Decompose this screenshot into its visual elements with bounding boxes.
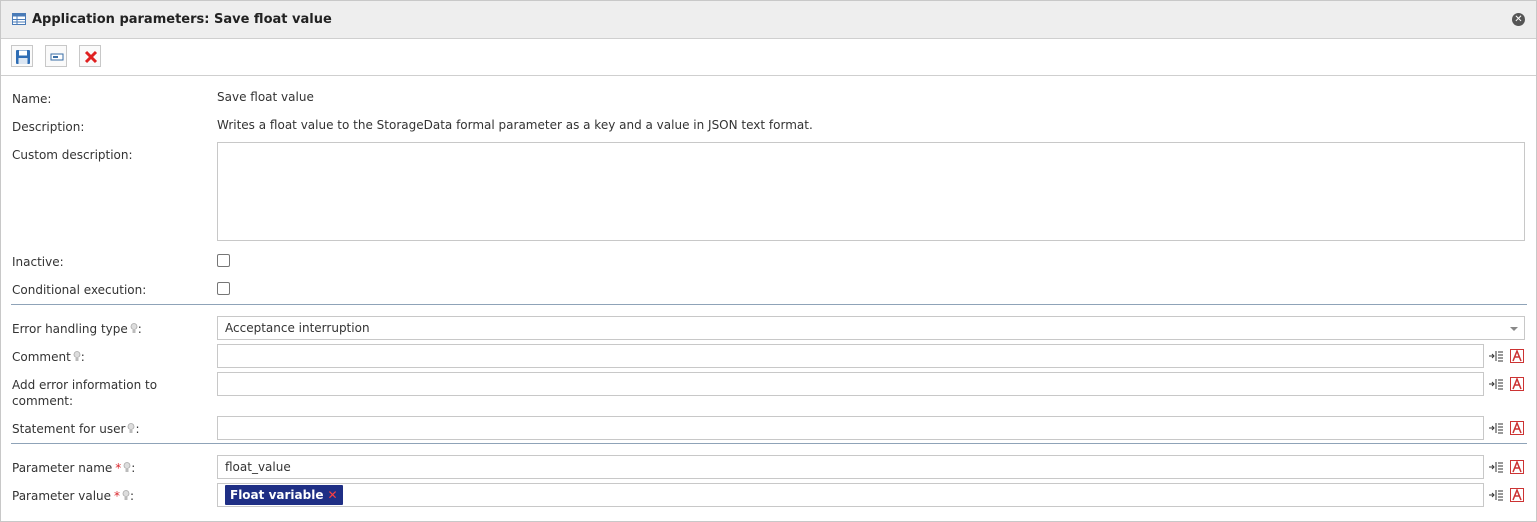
table-icon xyxy=(12,13,26,25)
conditional-execution-checkbox[interactable] xyxy=(217,282,230,295)
inactive-checkbox[interactable] xyxy=(217,254,230,267)
clear-field-icon[interactable] xyxy=(1509,420,1525,436)
title-bar: Application parameters: Save float value… xyxy=(1,1,1536,39)
lightbulb-icon xyxy=(130,323,138,333)
statement-input[interactable] xyxy=(217,416,1484,440)
required-marker: * xyxy=(115,461,122,475)
name-label: Name: xyxy=(12,92,52,106)
insert-variable-icon[interactable] xyxy=(1488,487,1504,503)
section-divider xyxy=(11,443,1527,444)
floppy-disk-icon xyxy=(16,50,30,64)
inactive-label: Inactive: xyxy=(12,255,64,269)
dialog-title: Application parameters: Save float value xyxy=(32,12,332,27)
insert-variable-icon[interactable] xyxy=(1488,376,1504,392)
statement-actions xyxy=(1488,420,1528,436)
red-x-icon xyxy=(84,50,98,64)
parameter-value-actions xyxy=(1488,487,1528,503)
insert-variable-icon[interactable] xyxy=(1488,459,1504,475)
clear-field-icon[interactable] xyxy=(1509,348,1525,364)
parameter-value-label: Parameter value *: xyxy=(12,489,135,503)
comment-label: Comment: xyxy=(12,350,85,364)
conditional-execution-label: Conditional execution: xyxy=(12,283,147,297)
close-icon[interactable]: ✕ xyxy=(1512,13,1525,26)
comment-input[interactable] xyxy=(217,344,1484,368)
error-handling-value: Acceptance interruption xyxy=(225,321,370,335)
description-value: Writes a float value to the StorageData … xyxy=(217,118,813,132)
section-divider xyxy=(11,304,1527,305)
lightbulb-icon xyxy=(122,490,130,500)
custom-description-label: Custom description: xyxy=(12,148,133,162)
toolbar xyxy=(1,39,1536,76)
add-error-input[interactable] xyxy=(217,372,1484,396)
window-icon xyxy=(50,53,64,61)
statement-label: Statement for user: xyxy=(12,422,140,436)
variable-tag[interactable]: Float variable ✕ xyxy=(225,485,343,505)
save-button[interactable] xyxy=(11,45,33,67)
error-handling-select[interactable]: Acceptance interruption xyxy=(217,316,1525,340)
clear-field-icon[interactable] xyxy=(1509,376,1525,392)
parameter-name-label: Parameter name *: xyxy=(12,461,136,475)
parameter-value-input[interactable]: Float variable ✕ xyxy=(217,483,1484,507)
custom-description-textarea[interactable] xyxy=(217,142,1525,241)
parameter-name-actions xyxy=(1488,459,1528,475)
add-error-label: Add error information to comment: xyxy=(12,378,158,408)
add-error-actions xyxy=(1488,376,1528,392)
show-window-button[interactable] xyxy=(45,45,67,67)
insert-variable-icon[interactable] xyxy=(1488,420,1504,436)
chevron-down-icon xyxy=(1510,327,1518,331)
dialog-window: Application parameters: Save float value… xyxy=(0,0,1537,522)
required-marker: * xyxy=(114,489,121,503)
cancel-button[interactable] xyxy=(79,45,101,67)
lightbulb-icon xyxy=(73,351,81,361)
description-label: Description: xyxy=(12,120,85,134)
comment-actions xyxy=(1488,348,1528,364)
error-handling-label: Error handling type: xyxy=(12,322,142,336)
insert-variable-icon[interactable] xyxy=(1488,348,1504,364)
clear-field-icon[interactable] xyxy=(1509,487,1525,503)
name-value: Save float value xyxy=(217,90,314,104)
clear-field-icon[interactable] xyxy=(1509,459,1525,475)
remove-tag-icon[interactable]: ✕ xyxy=(327,488,337,502)
parameter-name-input[interactable]: float_value xyxy=(217,455,1484,479)
